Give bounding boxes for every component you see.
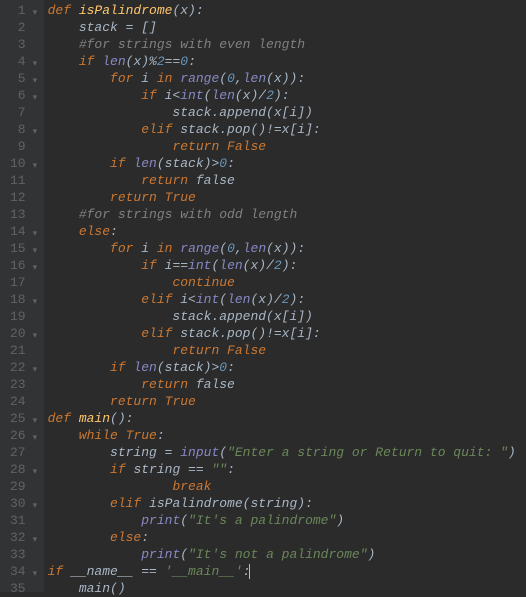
code-line[interactable]: return False [48, 342, 526, 359]
line-number: 3 [10, 36, 26, 53]
fold-toggle-icon[interactable]: ▾ [33, 566, 38, 583]
fold-toggle-icon[interactable]: ▾ [33, 532, 38, 549]
code-line[interactable]: print("It's a palindrome") [48, 512, 526, 529]
code-line[interactable]: if len(stack)>0: [48, 359, 526, 376]
line-number: 5 [10, 70, 26, 87]
line-number: 30 [10, 495, 26, 512]
line-number: 1 [10, 2, 26, 19]
code-line[interactable]: stack.append(x[i]) [48, 308, 526, 325]
line-number: 9 [10, 138, 26, 155]
code-line[interactable]: while True: [48, 427, 526, 444]
code-line[interactable]: elif i<int(len(x)/2): [48, 291, 526, 308]
fold-toggle-icon[interactable]: ▾ [33, 294, 38, 311]
code-line[interactable]: elif stack.pop()!=x[i]: [48, 121, 526, 138]
line-number: 35 [10, 580, 26, 597]
code-line[interactable]: return True [48, 189, 526, 206]
fold-toggle-icon[interactable]: ▾ [33, 5, 38, 22]
fold-toggle-icon[interactable]: ▾ [33, 260, 38, 277]
fold-toggle-icon[interactable]: ▾ [33, 328, 38, 345]
code-line[interactable]: if i==int(len(x)/2): [48, 257, 526, 274]
line-number: 7 [10, 104, 26, 121]
fold-toggle-icon[interactable]: ▾ [33, 158, 38, 175]
line-number: 25 [10, 410, 26, 427]
line-number: 29 [10, 478, 26, 495]
code-line[interactable]: if __name__ == '__main__': [48, 563, 526, 580]
line-number: 14 [10, 223, 26, 240]
line-number: 18 [10, 291, 26, 308]
line-number: 13 [10, 206, 26, 223]
fold-toggle-icon[interactable]: ▾ [33, 90, 38, 107]
code-line[interactable]: else: [48, 223, 526, 240]
line-number: 6 [10, 87, 26, 104]
fold-toggle-icon[interactable]: ▾ [33, 362, 38, 379]
line-number: 34 [10, 563, 26, 580]
code-line[interactable]: for i in range(0,len(x)): [48, 240, 526, 257]
fold-toggle-icon[interactable]: ▾ [33, 56, 38, 73]
line-number: 10 [10, 155, 26, 172]
code-line[interactable]: def main(): [48, 410, 526, 427]
line-number-gutter: 1234567891011121314151617181920212223242… [0, 0, 32, 592]
code-line[interactable]: return false [48, 376, 526, 393]
fold-toggle-icon[interactable]: ▾ [33, 430, 38, 447]
line-number: 19 [10, 308, 26, 325]
code-line[interactable]: break [48, 478, 526, 495]
code-line[interactable]: if len(x)%2==0: [48, 53, 526, 70]
code-line[interactable]: print("It's not a palindrome") [48, 546, 526, 563]
code-line[interactable]: return True [48, 393, 526, 410]
line-number: 8 [10, 121, 26, 138]
code-line[interactable]: #for strings with odd length [48, 206, 526, 223]
code-line[interactable]: if string == "": [48, 461, 526, 478]
code-line[interactable]: else: [48, 529, 526, 546]
line-number: 15 [10, 240, 26, 257]
line-number: 26 [10, 427, 26, 444]
code-line[interactable]: for i in range(0,len(x)): [48, 70, 526, 87]
code-line[interactable]: elif isPalindrome(string): [48, 495, 526, 512]
code-line[interactable]: stack.append(x[i]) [48, 104, 526, 121]
code-line[interactable]: string = input("Enter a string or Return… [48, 444, 526, 461]
line-number: 11 [10, 172, 26, 189]
code-editor[interactable]: 1234567891011121314151617181920212223242… [0, 0, 526, 592]
fold-toggle-icon[interactable]: ▾ [33, 464, 38, 481]
line-number: 12 [10, 189, 26, 206]
line-number: 22 [10, 359, 26, 376]
line-number: 23 [10, 376, 26, 393]
line-number: 32 [10, 529, 26, 546]
code-line[interactable]: main() [48, 580, 526, 597]
fold-toggle-icon[interactable]: ▾ [33, 124, 38, 141]
line-number: 31 [10, 512, 26, 529]
line-number: 2 [10, 19, 26, 36]
line-number: 27 [10, 444, 26, 461]
fold-toggle-icon[interactable]: ▾ [33, 413, 38, 430]
code-line[interactable]: return false [48, 172, 526, 189]
code-line[interactable]: if i<int(len(x)/2): [48, 87, 526, 104]
fold-toggle-icon[interactable]: ▾ [33, 73, 38, 90]
line-number: 20 [10, 325, 26, 342]
line-number: 33 [10, 546, 26, 563]
line-number: 21 [10, 342, 26, 359]
code-line[interactable]: stack = [] [48, 19, 526, 36]
line-number: 16 [10, 257, 26, 274]
fold-toggle-icon[interactable]: ▾ [33, 226, 38, 243]
fold-toggle-icon[interactable]: ▾ [33, 498, 38, 515]
line-number: 17 [10, 274, 26, 291]
code-line[interactable]: #for strings with even length [48, 36, 526, 53]
fold-column: ▾▾▾▾▾▾▾▾▾▾▾▾▾▾▾▾▾▾ [32, 0, 44, 592]
code-line[interactable]: if len(stack)>0: [48, 155, 526, 172]
line-number: 28 [10, 461, 26, 478]
code-line[interactable]: continue [48, 274, 526, 291]
code-area[interactable]: def isPalindrome(x): stack = [] #for str… [44, 0, 526, 592]
code-line[interactable]: def isPalindrome(x): [48, 2, 526, 19]
code-line[interactable]: return False [48, 138, 526, 155]
line-number: 24 [10, 393, 26, 410]
line-number: 4 [10, 53, 26, 70]
fold-toggle-icon[interactable]: ▾ [33, 243, 38, 260]
code-line[interactable]: elif stack.pop()!=x[i]: [48, 325, 526, 342]
